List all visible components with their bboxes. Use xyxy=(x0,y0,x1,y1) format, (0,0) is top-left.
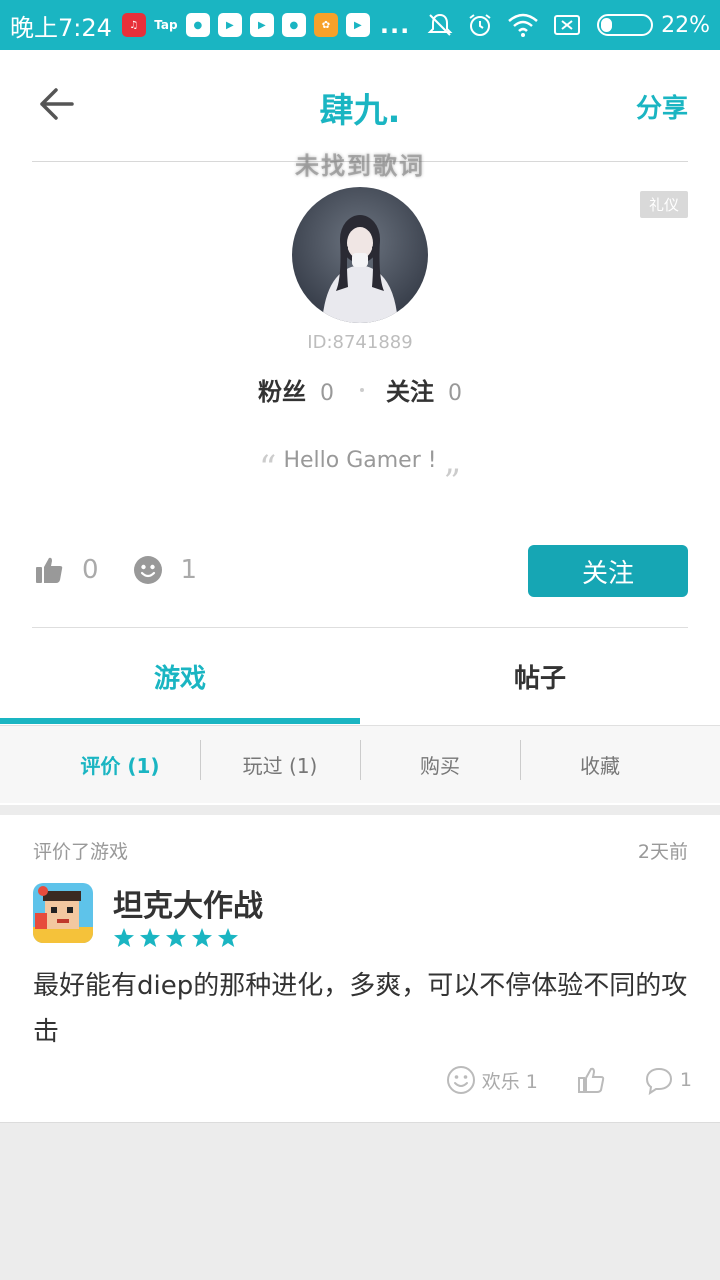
uc-browser-icon: ✿ xyxy=(313,13,338,37)
user-id: ID:8741889 xyxy=(307,332,413,353)
page-title: 肆九. xyxy=(319,91,401,131)
fans-count[interactable]: 0 xyxy=(320,381,334,406)
comment-bubble-icon xyxy=(645,1067,672,1095)
subtab-reviews[interactable]: 评价 (1) xyxy=(40,750,200,779)
more-notifications-icon: ... xyxy=(379,11,411,39)
bio: “ Hello Gamer ! ” xyxy=(0,448,720,502)
thumbs-up-outline-icon xyxy=(577,1067,605,1093)
no-sim-icon xyxy=(554,15,581,35)
etiquette-badge[interactable]: 礼仪 xyxy=(640,191,688,218)
follow-button[interactable]: 关注 xyxy=(528,545,688,597)
game-icon[interactable] xyxy=(33,883,93,943)
status-bar: 晚上7:24 ♫ Tap ● ▶ ▶ ● ✿ ▶ ... 22% xyxy=(0,0,720,50)
star-icon xyxy=(192,928,212,947)
star-icon xyxy=(140,928,160,947)
fans-label[interactable]: 粉丝 xyxy=(258,372,306,407)
tab-games[interactable]: 游戏 xyxy=(0,628,360,724)
separator-dot xyxy=(360,387,364,392)
review-actions: 欢乐 1 1 xyxy=(408,1065,692,1095)
notification-icons: ♫ Tap ● ▶ ▶ ● ✿ ▶ ... xyxy=(121,11,411,39)
status-time: 晚上7:24 xyxy=(10,13,112,42)
following-count[interactable]: 0 xyxy=(448,381,462,406)
netease-music-icon: ♫ xyxy=(121,13,146,37)
star-icon xyxy=(166,928,186,947)
smile-count: 1 xyxy=(180,555,198,585)
review-type-label: 评价了游戏 xyxy=(33,841,129,863)
battery-level xyxy=(601,18,613,32)
tab-posts[interactable]: 帖子 xyxy=(360,628,720,724)
fun-reaction-button[interactable]: 欢乐 1 xyxy=(446,1065,538,1095)
likes-stat[interactable]: 0 xyxy=(34,555,99,585)
avatar[interactable] xyxy=(292,187,428,323)
play-store-icon: ▶ xyxy=(217,13,242,37)
comment-button[interactable]: 1 xyxy=(644,1065,692,1095)
open-quote-icon: “ xyxy=(259,448,277,488)
subtab-played[interactable]: 玩过 (1) xyxy=(200,740,360,780)
app-notification-icon: ● xyxy=(281,13,306,37)
review-time: 2天前 xyxy=(637,841,688,863)
smile-face-icon xyxy=(133,556,162,584)
like-button[interactable] xyxy=(576,1065,606,1095)
star-icon xyxy=(114,928,134,947)
thumbs-up-icon xyxy=(36,557,63,583)
following-label[interactable]: 关注 xyxy=(386,372,434,407)
game-name[interactable]: 坦克大作战 xyxy=(113,881,263,925)
rating-stars xyxy=(113,927,243,949)
smile-outline-icon xyxy=(446,1066,475,1094)
review-item[interactable]: 评价了游戏 2天前 坦克大作战 最好能有diep的那种进化，多爽，可以不停体验不… xyxy=(0,815,720,1123)
review-text: 最好能有diep的那种进化，多爽，可以不停体验不同的攻击 xyxy=(33,971,688,1047)
alarm-icon xyxy=(469,14,491,36)
mute-bell-icon xyxy=(427,13,453,36)
follow-stats: 粉丝 0 关注 0 xyxy=(0,372,720,407)
battery-percent: 22% xyxy=(661,12,710,38)
fun-reaction-label: 欢乐 1 xyxy=(481,1070,538,1093)
bio-text: Hello Gamer ! xyxy=(283,448,437,473)
wifi-icon xyxy=(508,13,538,37)
subtab-favorites[interactable]: 收藏 xyxy=(520,740,680,780)
star-icon xyxy=(218,928,238,947)
main-tabs: 游戏 帖子 xyxy=(0,628,720,724)
taptap-icon: Tap xyxy=(154,18,178,32)
lyric-overlay: 未找到歌词 xyxy=(295,152,425,180)
video-app-icon: ▶ xyxy=(345,13,370,37)
comment-count: 1 xyxy=(679,1069,692,1091)
filter-bar: 评价 (1) 玩过 (1) 购买 收藏 xyxy=(0,725,720,803)
app-notification-icon: ● xyxy=(185,13,210,37)
likes-count: 0 xyxy=(82,555,99,585)
share-button[interactable]: 分享 xyxy=(636,88,688,125)
close-quote-icon: ” xyxy=(443,462,461,502)
play-store-icon: ▶ xyxy=(249,13,274,37)
profile-card: 肆九. 分享 未找到歌词 礼仪 ID:8741889 粉丝 0 关注 0 “ H… xyxy=(0,50,720,805)
reaction-stats: 0 1 xyxy=(34,555,231,585)
smile-stat[interactable]: 1 xyxy=(133,555,198,585)
subtab-purchased[interactable]: 购买 xyxy=(360,740,520,780)
battery-icon xyxy=(597,14,654,36)
